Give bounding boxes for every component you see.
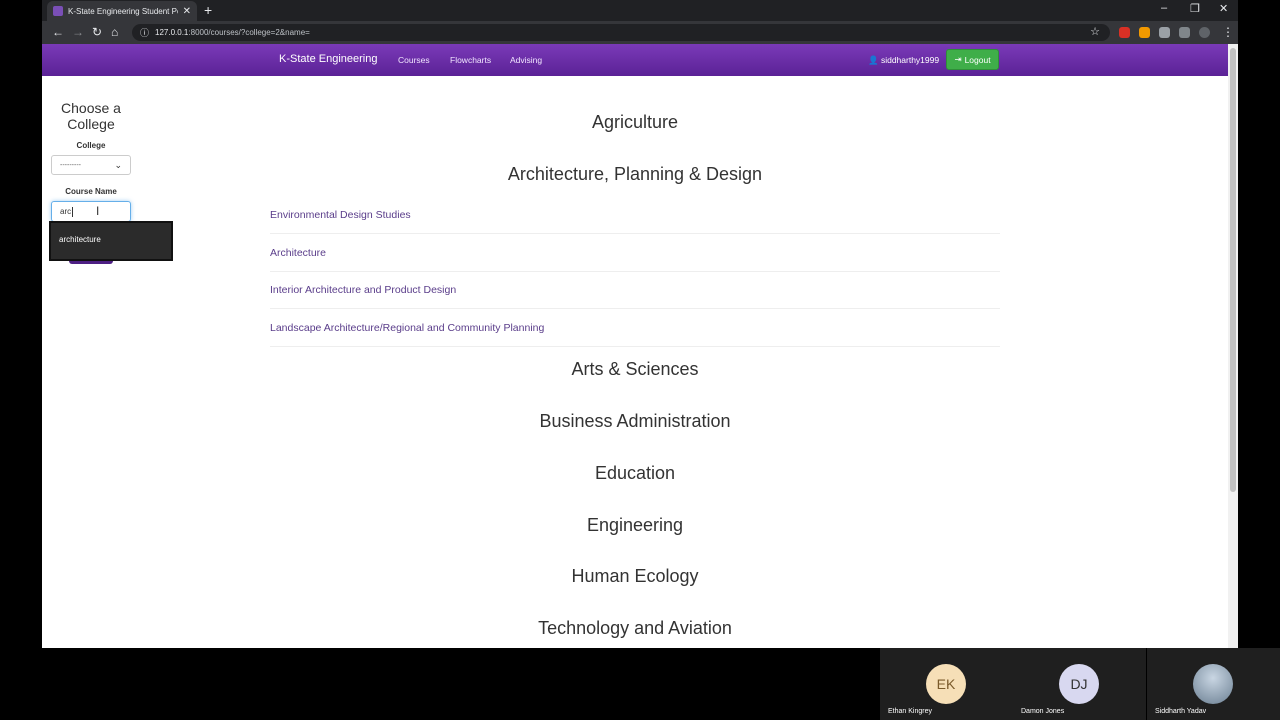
user-link[interactable]: 👤 siddharthy1999 [868, 55, 939, 66]
scrollbar-thumb[interactable] [1230, 48, 1236, 492]
college-select[interactable]: --------- ⌄ [51, 155, 131, 175]
logout-label: Logout [964, 54, 991, 65]
text-cursor-icon: I [96, 204, 100, 218]
url-host: 127.0.0.1 [155, 28, 189, 37]
college-select-value: --------- [60, 161, 81, 169]
participant-name: Ethan Kingrey [888, 708, 932, 715]
username: siddharthy1999 [880, 55, 940, 65]
logout-icon: ⇥ [954, 54, 962, 64]
nav-flowcharts[interactable]: Flowcharts [450, 55, 491, 65]
college-heading: Human Ecology [571, 566, 699, 586]
page-content: K-State Engineering Courses Flowcharts A… [42, 44, 1228, 648]
close-window-button[interactable]: ✕ [1219, 2, 1228, 15]
course-name-value: arc [60, 207, 72, 216]
autocomplete-item[interactable]: architecture [59, 235, 101, 244]
college-heading: Business Administration [539, 411, 731, 431]
college-label: College [76, 141, 106, 150]
course-link[interactable]: Landscape Architecture/Regional and Comm… [270, 309, 1000, 347]
course-link[interactable]: Architecture [270, 234, 1000, 272]
home-icon[interactable]: ⌂ [111, 25, 118, 39]
course-link-label: Architecture [270, 246, 327, 259]
reload-icon[interactable]: ↻ [92, 25, 102, 39]
college-heading: Engineering [586, 515, 684, 535]
participant-name: Siddharth Yadav [1155, 708, 1207, 715]
participant-tile: Siddharth Yadav [1147, 648, 1280, 720]
url-path: :8000/courses/?college=2&name= [188, 28, 310, 37]
sidebar-title: Choose a College [61, 100, 121, 132]
menu-icon[interactable]: ⋮ [1222, 25, 1234, 39]
puzzle-icon[interactable] [1179, 27, 1190, 38]
course-name-input[interactable]: arc [51, 201, 131, 222]
logout-button[interactable]: ⇥ Logout [946, 49, 999, 70]
nav-advising[interactable]: Advising [510, 55, 542, 65]
course-link-label: Interior Architecture and Product Design [270, 283, 457, 296]
course-name-label: Course Name [65, 187, 117, 196]
avatar: DJ [1059, 664, 1099, 704]
course-link[interactable]: Environmental Design Studies [270, 196, 1000, 234]
back-icon[interactable]: ← [52, 25, 64, 39]
course-link-label: Landscape Architecture/Regional and Comm… [270, 321, 545, 334]
participant-tile: EK Ethan Kingrey [880, 648, 1013, 720]
avatar: EK [926, 664, 966, 704]
college-heading: Arts & Sciences [571, 359, 699, 379]
college-heading: Architecture, Planning & Design [507, 164, 763, 184]
participant-tile: DJ Damon Jones [1013, 648, 1146, 720]
avatar-photo [1193, 664, 1233, 704]
brand-link[interactable]: K-State Engineering [279, 53, 377, 65]
forward-icon[interactable]: → [72, 25, 84, 39]
tab-title: K-State Engineering Student Port [68, 6, 178, 16]
college-heading: Technology and Aviation [538, 618, 732, 638]
extension-icon[interactable] [1119, 27, 1130, 38]
extension-icon[interactable] [1159, 27, 1170, 38]
course-link-label: Environmental Design Studies [270, 208, 411, 221]
user-icon: 👤 [868, 55, 879, 65]
autocomplete-dropdown: architecture [49, 221, 173, 261]
browser-toolbar: ← → ↻ ⌂ ⓘ 127.0.0.1:8000/courses/?colleg… [42, 21, 1238, 44]
site-navbar: K-State Engineering Courses Flowcharts A… [42, 44, 1228, 76]
page-scrollbar[interactable] [1228, 44, 1238, 648]
profile-icon[interactable] [1199, 27, 1210, 38]
minimize-button[interactable]: – [1161, 2, 1167, 14]
info-icon[interactable]: ⓘ [140, 26, 149, 39]
chevron-down-icon: ⌄ [114, 159, 122, 170]
text-caret [72, 206, 74, 217]
nav-courses[interactable]: Courses [398, 55, 430, 65]
new-tab-button[interactable]: + [204, 2, 212, 18]
college-heading: Agriculture [591, 112, 679, 132]
tab-strip: K-State Engineering Student Port ✕ + – ❐… [42, 0, 1238, 21]
favicon-icon [53, 6, 63, 16]
course-link[interactable]: Interior Architecture and Product Design [270, 271, 1000, 309]
close-tab-icon[interactable]: ✕ [183, 6, 191, 17]
address-bar[interactable]: ⓘ 127.0.0.1:8000/courses/?college=2&name… [132, 24, 1110, 41]
college-heading: Education [594, 463, 676, 483]
extension-icon[interactable] [1139, 27, 1150, 38]
browser-tab[interactable]: K-State Engineering Student Port ✕ [47, 1, 197, 21]
participant-name: Damon Jones [1021, 708, 1065, 715]
restore-button[interactable]: ❐ [1190, 2, 1200, 15]
bookmark-star-icon[interactable]: ☆ [1090, 25, 1100, 38]
browser-window: K-State Engineering Student Port ✕ + – ❐… [42, 0, 1238, 648]
